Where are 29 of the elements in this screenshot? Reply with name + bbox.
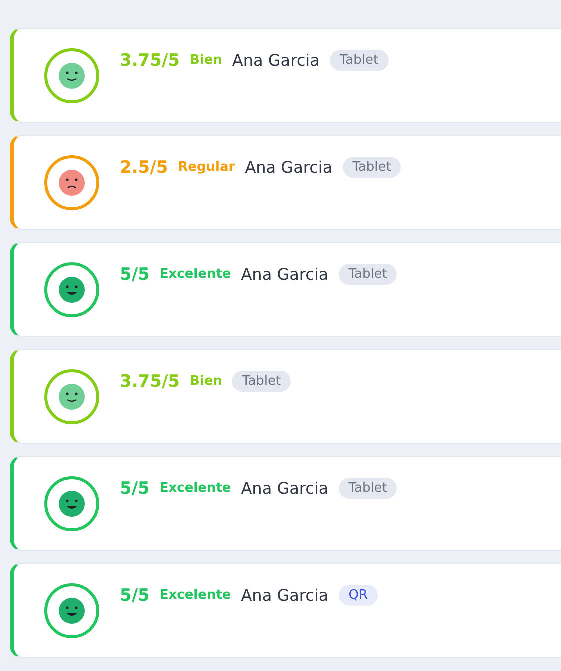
rating-label: Regular: [178, 160, 236, 175]
customer-name: Ana Garcia: [241, 265, 329, 284]
source-tag: QR: [338, 585, 378, 606]
rating-score: 5/5: [120, 586, 150, 606]
rating-label: Excelente: [160, 481, 232, 496]
customer-name: Ana Garcia: [241, 586, 329, 605]
customer-name: Ana Garcia: [245, 158, 333, 177]
rating-score: 3.75/5: [120, 50, 180, 70]
smiley-face-icon: [44, 476, 100, 532]
source-tag: Tablet: [330, 50, 389, 71]
rating-score: 2.5/5: [120, 158, 168, 178]
rating-score: 5/5: [120, 478, 150, 498]
smiley-face-icon: [44, 583, 100, 639]
smiley-face-icon: [44, 369, 100, 425]
customer-name: Ana Garcia: [241, 479, 329, 498]
source-tag: Tablet: [232, 371, 292, 392]
rating-label: Bien: [190, 53, 222, 68]
source-tag: Tablet: [338, 478, 398, 499]
rating-label: Bien: [190, 374, 222, 389]
source-tag: Tablet: [342, 157, 402, 178]
sad-face-icon: [44, 155, 100, 211]
smiley-face-icon: [44, 48, 100, 104]
rating-label: Excelente: [160, 588, 232, 603]
customer-name: Ana Garcia: [232, 51, 320, 70]
rating-score: 5/5: [120, 264, 150, 284]
rating-score: 3.75/5: [120, 372, 180, 392]
smiley-face-icon: [44, 262, 100, 318]
rating-label: Excelente: [160, 267, 232, 282]
source-tag: Tablet: [338, 264, 398, 285]
